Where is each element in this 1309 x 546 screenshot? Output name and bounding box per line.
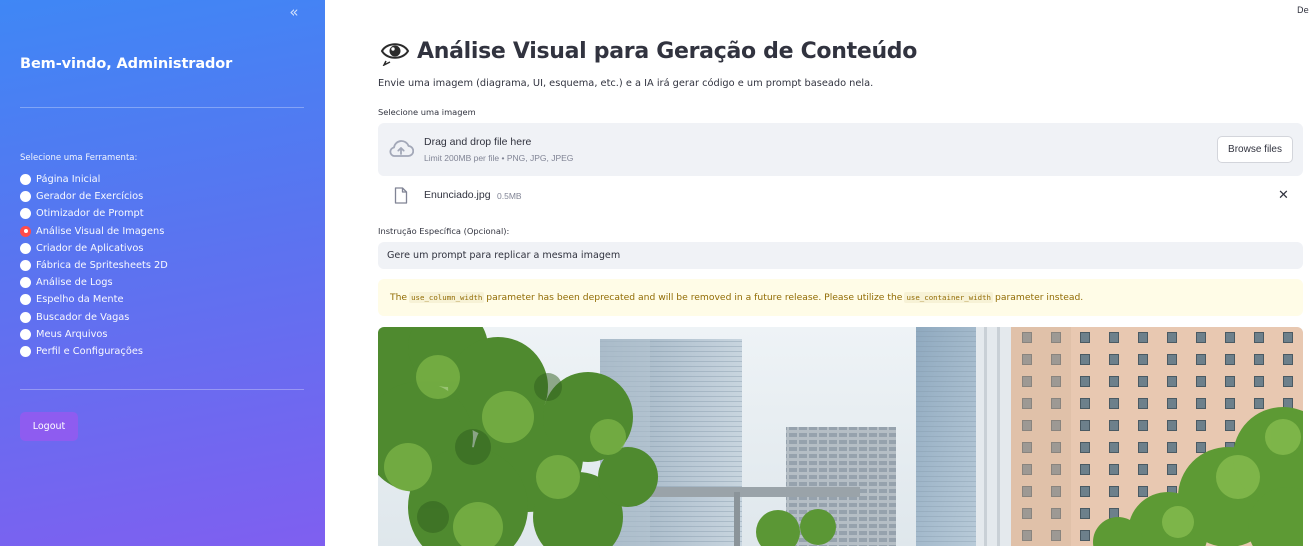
- radio-option-label: Fábrica de Spritesheets 2D: [36, 260, 168, 272]
- uploaded-image-preview: [378, 327, 1303, 546]
- sidebar-divider: [20, 389, 304, 390]
- radio-option-analise-logs[interactable]: Análise de Logs: [20, 274, 168, 291]
- radio-button[interactable]: [20, 277, 31, 289]
- warning-text-suffix: parameter instead.: [995, 292, 1084, 303]
- file-name: Enunciado.jpg: [424, 189, 491, 201]
- radio-option-label: Perfil e Configurações: [36, 345, 143, 357]
- cloud-upload-icon: [389, 140, 414, 157]
- instruction-input[interactable]: [378, 242, 1303, 269]
- file-dropzone[interactable]: Drag and drop file here Limit 200MB per …: [378, 123, 1303, 176]
- deprecation-warning: The use_column_width parameter has been …: [378, 279, 1303, 316]
- instruction-label: Instrução Específica (Opcional):: [378, 226, 510, 236]
- tool-radio-group: Página Inicial Gerador de Exercícios Oti…: [20, 171, 168, 360]
- radio-option-pagina-inicial[interactable]: Página Inicial: [20, 171, 168, 188]
- remove-file-icon[interactable]: ✕: [1278, 188, 1289, 204]
- radio-option-criador-aplicativos[interactable]: Criador de Aplicativos: [20, 240, 168, 257]
- warning-code-new-param: use_container_width: [904, 292, 993, 303]
- sidebar: « Bem-vindo, Administrador Selecione uma…: [0, 0, 325, 546]
- radio-button[interactable]: [20, 191, 31, 203]
- radio-option-label: Análise de Logs: [36, 277, 113, 289]
- radio-option-label: Buscador de Vagas: [36, 311, 130, 323]
- radio-option-meus-arquivos[interactable]: Meus Arquivos: [20, 326, 168, 343]
- warning-text-prefix: The: [390, 292, 408, 303]
- dropzone-limit: Limit 200MB per file • PNG, JPG, JPEG: [424, 153, 574, 163]
- dropzone-title: Drag and drop file here: [424, 136, 532, 148]
- radio-button[interactable]: [20, 328, 31, 340]
- radio-option-fabrica-spritesheets[interactable]: Fábrica de Spritesheets 2D: [20, 257, 168, 274]
- collapse-sidebar-icon[interactable]: «: [284, 4, 304, 22]
- warning-text-middle: parameter has been deprecated and will b…: [486, 292, 903, 303]
- browse-files-button[interactable]: Browse files: [1217, 136, 1293, 163]
- radio-button[interactable]: [20, 294, 31, 306]
- radio-button[interactable]: [20, 242, 31, 254]
- radio-option-gerador-exercicios[interactable]: Gerador de Exercícios: [20, 188, 168, 205]
- radio-option-label: Otimizador de Prompt: [36, 208, 144, 220]
- radio-option-label: Página Inicial: [36, 174, 101, 186]
- page-title-text: Análise Visual para Geração de Conteúdo: [417, 38, 918, 64]
- radio-option-buscador-vagas[interactable]: Buscador de Vagas: [20, 309, 168, 326]
- radio-option-analise-visual[interactable]: Análise Visual de Imagens: [20, 223, 168, 240]
- radio-button[interactable]: [20, 260, 31, 272]
- radio-button-selected[interactable]: [20, 225, 31, 237]
- radio-option-perfil-configuracoes[interactable]: Perfil e Configurações: [20, 343, 168, 360]
- warning-code-old-param: use_column_width: [409, 292, 485, 303]
- radio-option-label: Análise Visual de Imagens: [36, 225, 165, 237]
- radio-button[interactable]: [20, 208, 31, 220]
- city-trees-skyscrapers-photo: [378, 327, 1303, 546]
- radio-option-label: Espelho da Mente: [36, 294, 124, 306]
- file-icon: [394, 187, 408, 204]
- radio-option-label: Criador de Aplicativos: [36, 242, 144, 254]
- page-subtitle: Envie uma imagem (diagrama, UI, esquema,…: [378, 78, 874, 89]
- radio-option-label: Meus Arquivos: [36, 328, 108, 340]
- header-truncated-text: De: [1297, 6, 1309, 16]
- radio-button[interactable]: [20, 345, 31, 357]
- uploaded-file-row: Enunciado.jpg 0.5MB ✕: [378, 184, 1303, 208]
- tool-select-label: Selecione uma Ferramenta:: [20, 153, 138, 163]
- radio-button[interactable]: [20, 174, 31, 186]
- sidebar-divider: [20, 107, 304, 108]
- radio-option-label: Gerador de Exercícios: [36, 191, 144, 203]
- uploader-label: Selecione uma imagem: [378, 107, 476, 117]
- welcome-heading: Bem-vindo, Administrador: [20, 56, 233, 72]
- radio-button[interactable]: [20, 311, 31, 323]
- file-size: 0.5MB: [497, 191, 522, 201]
- radio-option-espelho-mente[interactable]: Espelho da Mente: [20, 291, 168, 308]
- eye-icon: [380, 43, 410, 66]
- page-title: Análise Visual para Geração de Conteúdo: [380, 36, 917, 66]
- logout-button[interactable]: Logout: [20, 412, 78, 441]
- radio-option-otimizador-prompt[interactable]: Otimizador de Prompt: [20, 205, 168, 222]
